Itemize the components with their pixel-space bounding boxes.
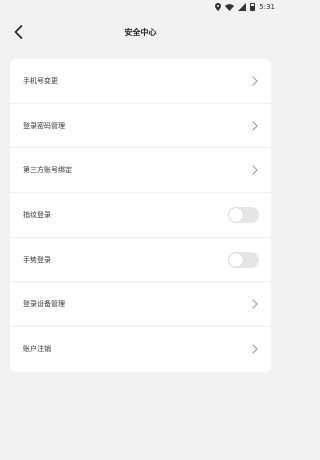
wifi-icon (225, 3, 235, 11)
fingerprint-login-toggle[interactable] (228, 206, 259, 223)
gesture-login-toggle[interactable] (228, 251, 259, 268)
page-title: 安全中心 (124, 27, 157, 37)
chevron-right-icon (251, 165, 259, 175)
status-time: 5:31 (259, 3, 275, 11)
setting-label: 手势登录 (23, 255, 51, 264)
settings-card: 手机号变更 登录密码管理 第三方账号绑定 指纹登录 手势登录 登录设备管理 账户… (10, 59, 271, 372)
setting-label: 登录密码管理 (23, 121, 65, 130)
location-icon (215, 3, 222, 11)
back-button[interactable] (10, 22, 26, 42)
chevron-left-icon (14, 25, 22, 39)
chevron-right-icon (251, 76, 259, 86)
title-bar: 安全中心 (0, 14, 281, 50)
chevron-right-icon (251, 344, 259, 355)
chevron-right-icon (251, 120, 259, 131)
toggle-knob (229, 252, 243, 267)
setting-label: 手机号变更 (23, 76, 58, 85)
setting-label: 登录设备管理 (23, 300, 65, 309)
toggle-knob (229, 207, 243, 222)
signal-icon (238, 3, 247, 11)
setting-label: 指纹登录 (23, 210, 51, 219)
setting-account-cancellation[interactable]: 账户注销 (10, 327, 271, 372)
battery-icon (250, 3, 256, 11)
setting-gesture-login: 手势登录 (10, 238, 271, 283)
setting-label: 第三方账号绑定 (23, 166, 72, 175)
setting-phone-change[interactable]: 手机号变更 (10, 59, 271, 104)
setting-label: 账户注销 (23, 345, 51, 354)
setting-third-party-binding[interactable]: 第三方账号绑定 (10, 148, 271, 194)
status-bar: 5:31 (0, 0, 281, 14)
setting-password-management[interactable]: 登录密码管理 (10, 104, 271, 149)
chevron-right-icon (251, 299, 259, 309)
setting-fingerprint-login: 指纹登录 (10, 193, 271, 238)
setting-device-management[interactable]: 登录设备管理 (10, 282, 271, 328)
